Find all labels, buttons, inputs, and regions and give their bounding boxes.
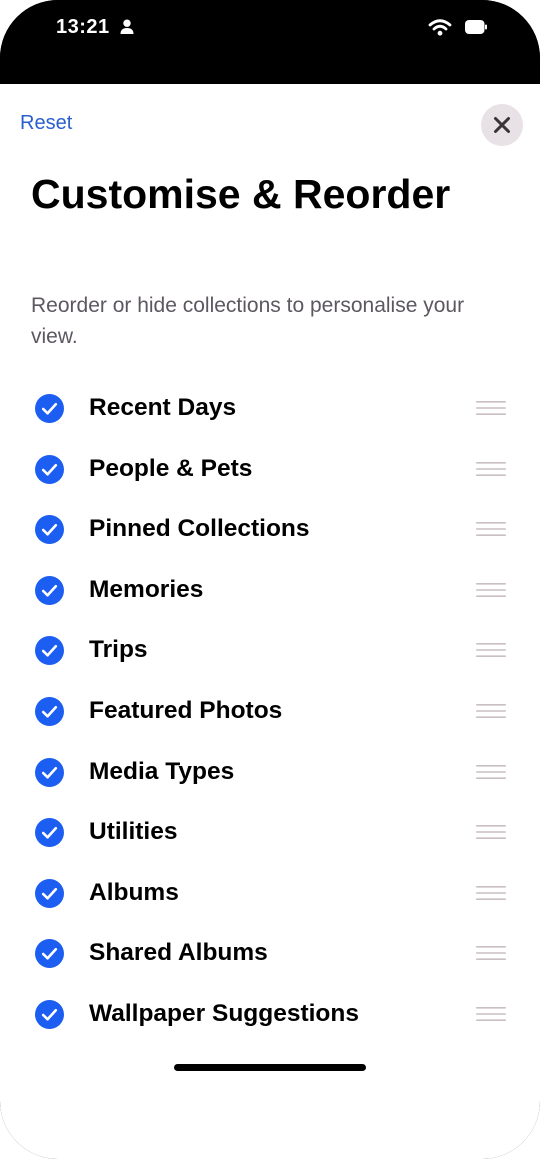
collection-row[interactable]: Featured Photos <box>0 682 540 743</box>
drag-handle-icon[interactable] <box>475 885 507 901</box>
collection-row[interactable]: Shared Albums <box>0 924 540 985</box>
drag-handle-icon[interactable] <box>475 945 507 961</box>
checkmark-circle-icon[interactable] <box>35 636 64 666</box>
drag-handle-icon[interactable] <box>475 642 507 658</box>
page-subtitle: Reorder or hide collections to personali… <box>31 294 465 348</box>
status-time: 13:21 <box>56 16 110 38</box>
collection-row[interactable]: Media Types <box>0 743 540 804</box>
close-icon <box>494 117 510 133</box>
customise-sheet: Reset Customise & Reorder Reorder or hid… <box>0 84 540 1159</box>
phone-frame: 13:21 Reset Customise & Reorder Reorder … <box>0 0 540 1159</box>
collection-row[interactable]: Recent Days <box>0 379 540 440</box>
collection-row[interactable]: Wallpaper Suggestions <box>0 985 540 1046</box>
drag-handle-icon[interactable] <box>475 582 507 598</box>
drag-handle-icon[interactable] <box>475 764 507 780</box>
wifi-icon <box>428 18 452 41</box>
collection-list: Recent Days People & Pets Pinned Collectio… <box>0 379 540 1046</box>
collection-label: People & Pets <box>89 454 253 482</box>
collection-label: Memories <box>89 575 204 603</box>
checkmark-circle-icon[interactable] <box>35 818 64 848</box>
checkmark-circle-icon[interactable] <box>35 454 64 484</box>
drag-handle-icon[interactable] <box>475 824 507 840</box>
checkmark-circle-icon[interactable] <box>35 394 64 423</box>
collection-row[interactable]: Utilities <box>0 803 540 864</box>
collection-row[interactable]: People & Pets <box>0 440 540 501</box>
collection-row[interactable]: Trips <box>0 621 540 682</box>
drag-handle-icon[interactable] <box>475 461 507 477</box>
reset-button[interactable]: Reset <box>20 112 72 135</box>
collection-label: Recent Days <box>89 394 237 421</box>
checkmark-circle-icon[interactable] <box>35 696 64 726</box>
home-indicator <box>174 1064 366 1071</box>
collection-label: Media Types <box>89 757 235 785</box>
collection-label: Featured Photos <box>89 696 283 724</box>
checkmark-circle-icon[interactable] <box>35 939 64 969</box>
collection-label: Wallpaper Suggestions <box>89 999 359 1027</box>
drag-handle-icon[interactable] <box>475 521 507 537</box>
checkmark-circle-icon[interactable] <box>35 999 64 1029</box>
collection-row[interactable]: Pinned Collections <box>0 500 540 561</box>
collection-label: Albums <box>89 878 179 906</box>
battery-icon <box>465 20 487 39</box>
checkmark-circle-icon[interactable] <box>35 757 64 787</box>
collection-row[interactable]: Albums <box>0 864 540 925</box>
person-icon <box>120 19 134 39</box>
collection-label: Shared Albums <box>89 939 268 967</box>
close-button[interactable] <box>481 104 523 146</box>
drag-handle-icon[interactable] <box>475 703 507 719</box>
status-bar: 13:21 <box>0 0 540 84</box>
checkmark-circle-icon[interactable] <box>35 515 64 545</box>
collection-row[interactable]: Memories <box>0 561 540 622</box>
checkmark-circle-icon[interactable] <box>35 878 64 908</box>
page-title: Customise & Reorder <box>31 171 451 217</box>
collection-label: Utilities <box>89 818 178 846</box>
drag-handle-icon[interactable] <box>475 400 507 416</box>
collection-label: Pinned Collections <box>89 515 310 543</box>
collection-label: Trips <box>89 636 148 664</box>
checkmark-circle-icon[interactable] <box>35 575 64 605</box>
drag-handle-icon[interactable] <box>475 1006 507 1022</box>
